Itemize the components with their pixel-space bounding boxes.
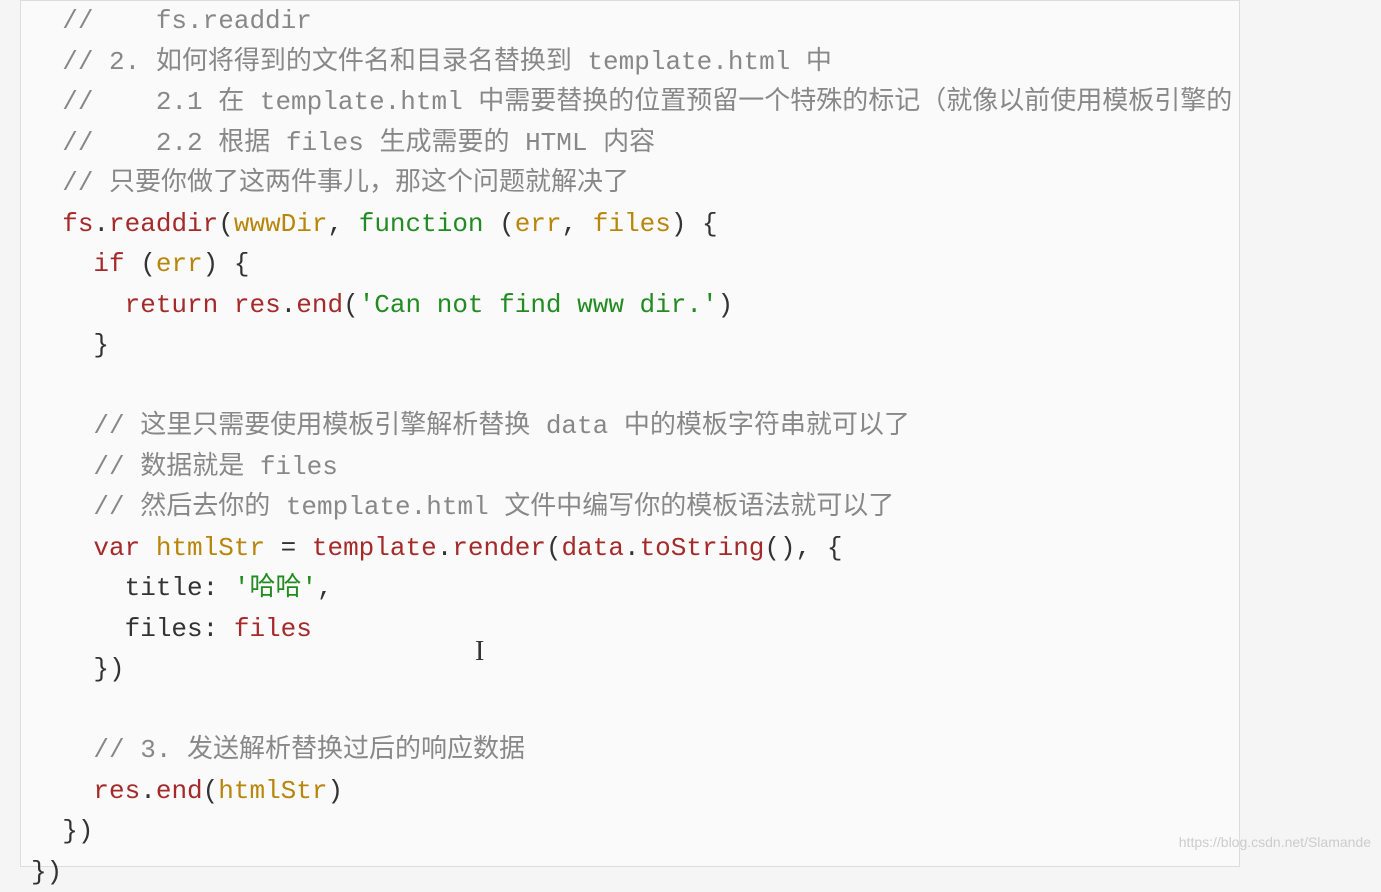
code-line: var htmlStr = template.render(data.toStr… xyxy=(31,528,1229,569)
code-line: // 2.1 在 template.html 中需要替换的位置预留一个特殊的标记… xyxy=(31,82,1229,123)
code-line: files: files xyxy=(31,609,1229,650)
code-line: // fs.readdir xyxy=(31,1,1229,42)
text-cursor: I xyxy=(475,632,484,673)
code-line xyxy=(31,366,1229,407)
code-line: } xyxy=(31,325,1229,366)
code-line: // 数据就是 files xyxy=(31,447,1229,488)
code-line: // 2. 如何将得到的文件名和目录名替换到 template.html 中 xyxy=(31,42,1229,83)
code-line: }) xyxy=(31,649,1229,690)
code-line: res.end(htmlStr) xyxy=(31,771,1229,812)
code-line: return res.end('Can not find www dir.') xyxy=(31,285,1229,326)
code-line: // 3. 发送解析替换过后的响应数据 xyxy=(31,730,1229,771)
code-line: title: '哈哈', xyxy=(31,568,1229,609)
code-line: // 2.2 根据 files 生成需要的 HTML 内容 xyxy=(31,123,1229,164)
watermark: https://blog.csdn.net/Slamande xyxy=(1179,822,1371,863)
code-editor[interactable]: // fs.readdir // 2. 如何将得到的文件名和目录名替换到 tem… xyxy=(20,0,1240,867)
code-line: if (err) { xyxy=(31,244,1229,285)
code-line xyxy=(31,690,1229,731)
code-line: // 然后去你的 template.html 文件中编写你的模板语法就可以了 xyxy=(31,487,1229,528)
code-line: }) xyxy=(31,811,1229,852)
code-line: // 这里只需要使用模板引擎解析替换 data 中的模板字符串就可以了 xyxy=(31,406,1229,447)
code-line: fs.readdir(wwwDir, function (err, files)… xyxy=(31,204,1229,245)
code-line: }) xyxy=(31,852,1229,892)
code-line: // 只要你做了这两件事儿，那这个问题就解决了 xyxy=(31,163,1229,204)
